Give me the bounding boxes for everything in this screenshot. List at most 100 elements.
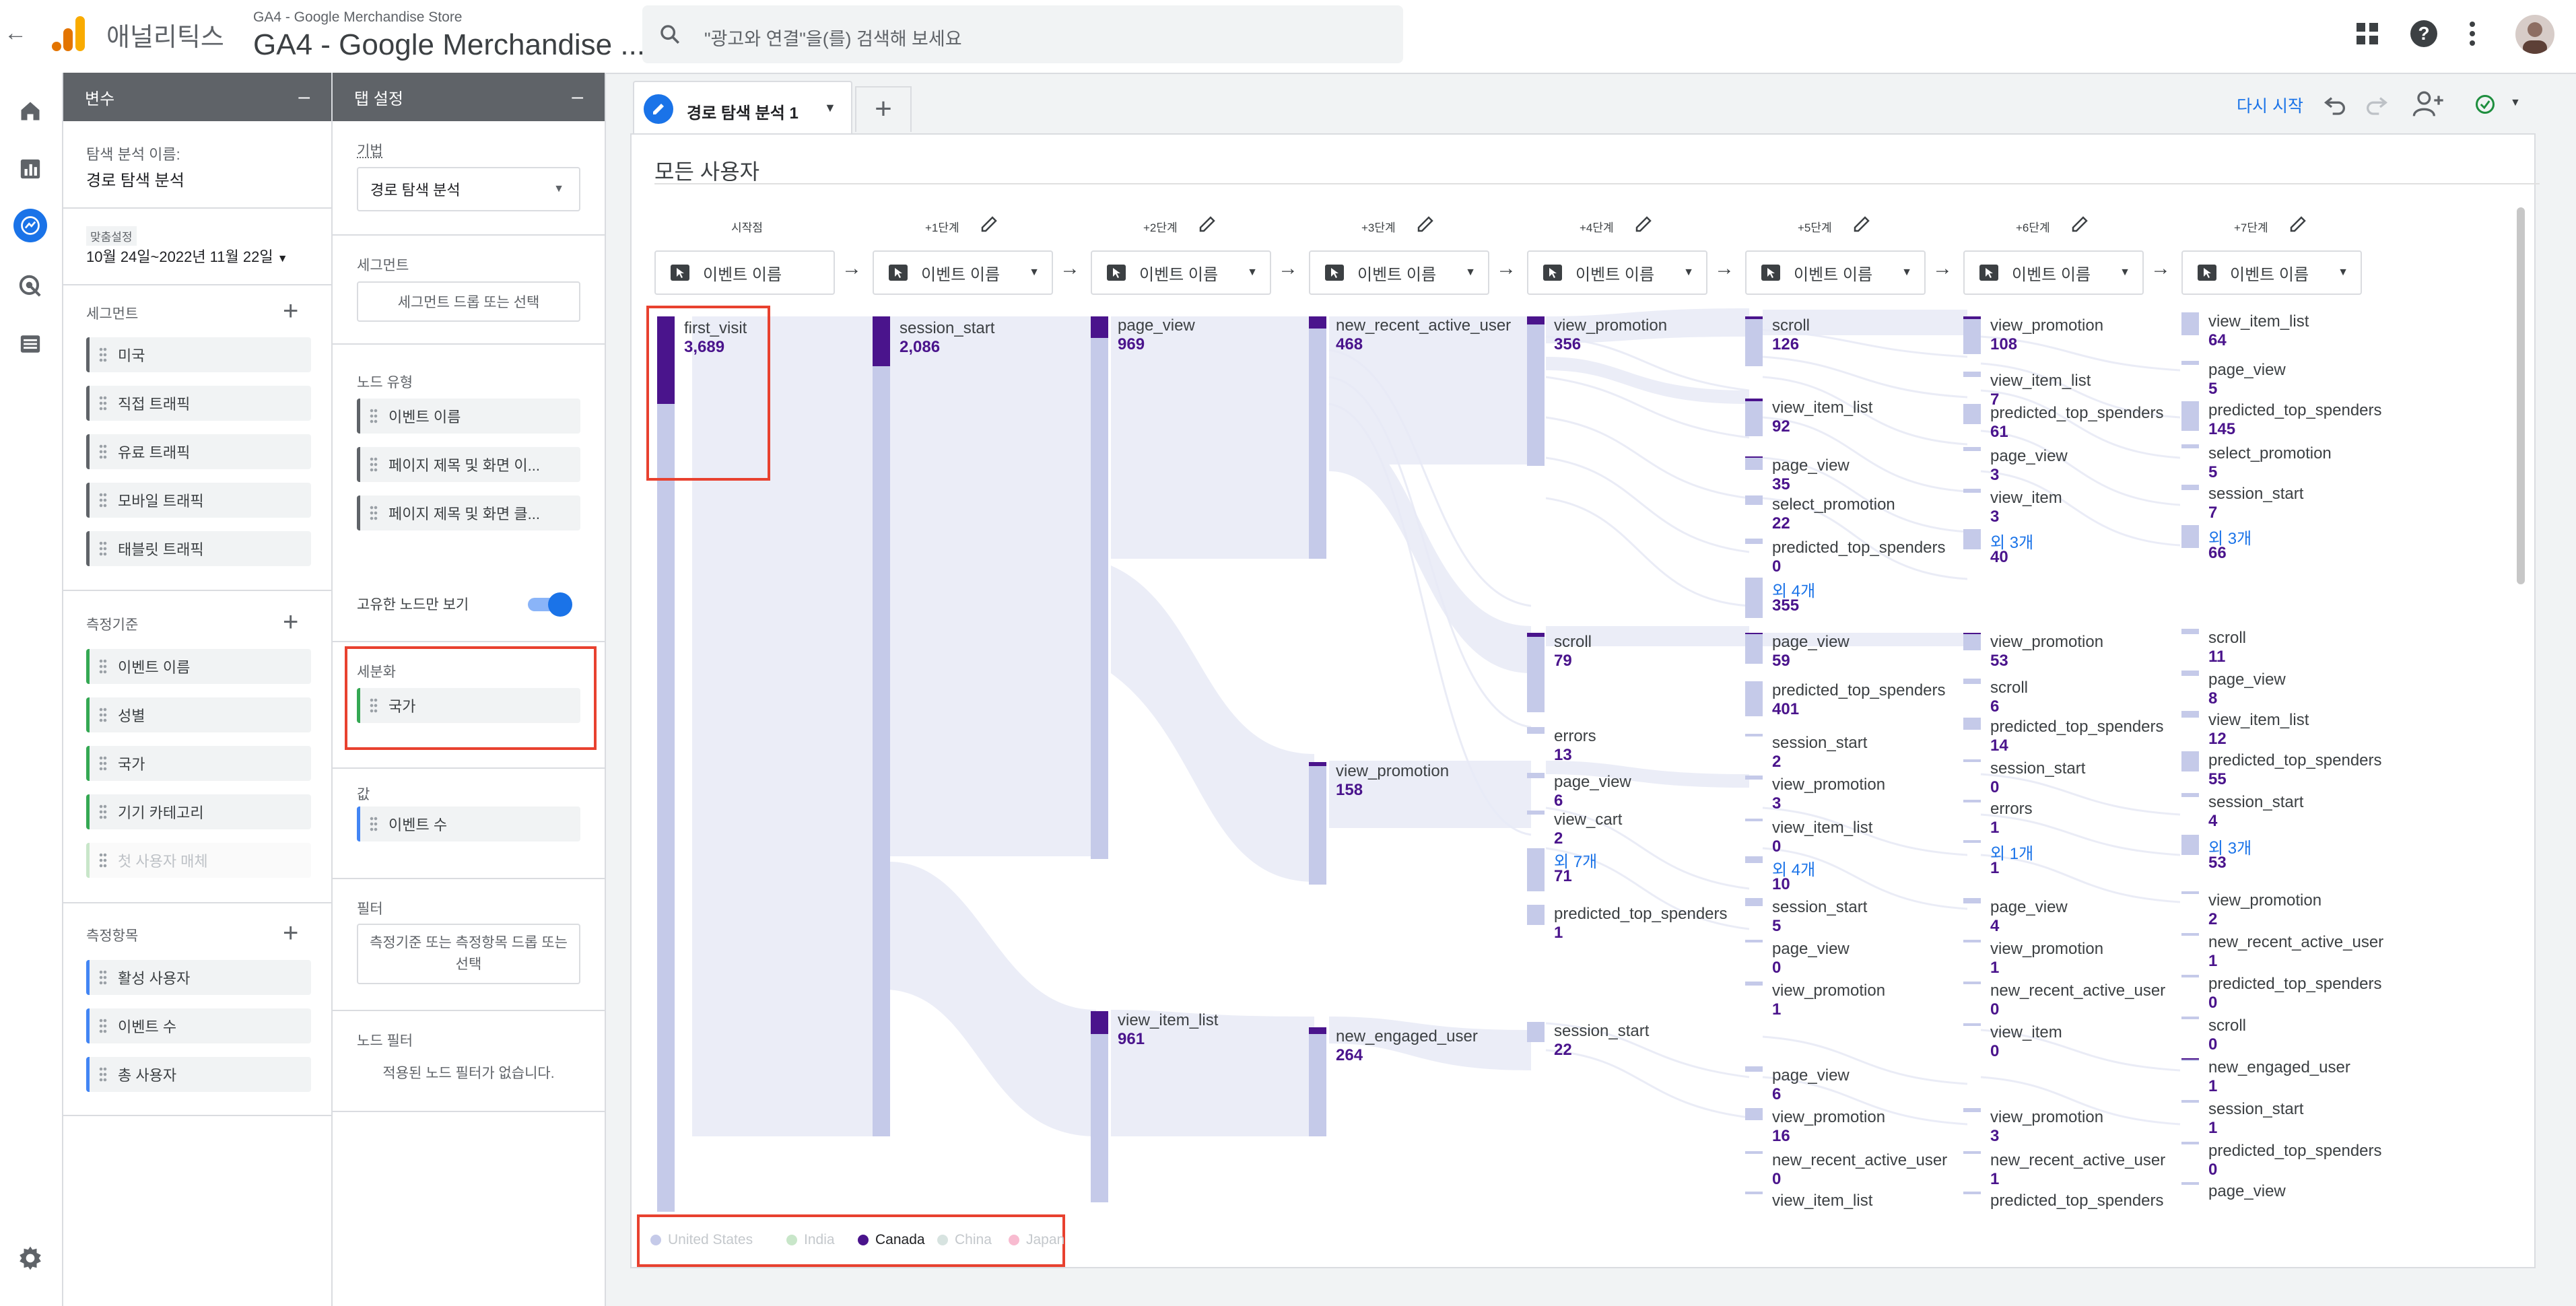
step-dropdown[interactable]: 이벤트 이름 ▼ <box>873 250 1053 295</box>
edit-step-icon[interactable] <box>1633 214 1654 234</box>
node-bar[interactable] <box>1309 1027 1326 1136</box>
drag-handle-icon[interactable] <box>99 1018 107 1034</box>
drag-handle-icon[interactable] <box>370 408 378 424</box>
node-bar[interactable] <box>1963 1192 1981 1194</box>
edit-step-icon[interactable] <box>979 214 999 234</box>
canvas-scrollbar[interactable] <box>2517 207 2525 584</box>
node-bar[interactable] <box>2181 891 2199 894</box>
configure-icon[interactable] <box>13 327 47 361</box>
node-bar[interactable] <box>1963 982 1981 984</box>
property-picker[interactable]: GA4 - Google Merchandise Store GA4 - Goo… <box>249 4 645 69</box>
value-chip[interactable]: 이벤트 수 <box>357 806 580 841</box>
add-segment-icon[interactable]: + <box>283 298 298 324</box>
edit-step-icon[interactable] <box>2288 214 2308 234</box>
node-bar[interactable] <box>1745 539 1763 544</box>
metric-chip[interactable]: 이벤트 수 <box>86 1008 311 1043</box>
node-bar[interactable] <box>1963 1023 1981 1026</box>
node-bar[interactable] <box>2181 401 2199 431</box>
exploration-tab[interactable]: 경로 탐색 분석 1 ▼ <box>633 81 852 135</box>
dimension-chip[interactable]: 성별 <box>86 697 311 732</box>
share-user-icon[interactable] <box>2412 89 2445 118</box>
node-bar[interactable] <box>1745 1108 1763 1120</box>
add-tab-button[interactable]: + <box>855 86 912 132</box>
filter-drop-zone[interactable]: 측정기준 또는 측정항목 드롭 또는 선택 <box>357 924 580 984</box>
node-bar[interactable] <box>1527 633 1545 712</box>
node-bar[interactable] <box>2181 711 2199 718</box>
segment-chip[interactable]: 직접 트래픽 <box>86 386 311 421</box>
status-check-button[interactable]: ▼ <box>2466 86 2533 121</box>
apps-grid-icon[interactable] <box>2355 22 2379 46</box>
tab-dropdown-icon[interactable]: ▼ <box>824 101 836 115</box>
redo-icon[interactable] <box>2363 90 2390 117</box>
node-bar[interactable] <box>2181 1058 2199 1061</box>
node-bar[interactable] <box>2181 1100 2199 1103</box>
node-bar[interactable] <box>1745 734 1763 736</box>
dimension-chip[interactable]: 국가 <box>86 746 311 781</box>
node-bar[interactable] <box>1745 898 1763 906</box>
edit-step-icon[interactable] <box>2070 214 2090 234</box>
step-dropdown[interactable]: 이벤트 이름 <box>654 250 835 295</box>
legend-item[interactable]: India <box>786 1232 835 1248</box>
node-bar[interactable] <box>1745 399 1763 436</box>
date-range-picker[interactable]: 10월 24일~2022년 11월 22일 ▼ <box>86 245 288 267</box>
restart-link[interactable]: 다시 시작 <box>2237 93 2303 117</box>
step-dropdown[interactable]: 이벤트 이름 ▼ <box>1745 250 1926 295</box>
node-bar[interactable] <box>1963 940 1981 942</box>
node-bar[interactable] <box>2181 1142 2199 1144</box>
step-dropdown[interactable]: 이벤트 이름 ▼ <box>1527 250 1707 295</box>
node-bar[interactable] <box>1745 940 1763 942</box>
node-bar[interactable] <box>2181 444 2199 448</box>
node-bar[interactable] <box>1309 762 1326 885</box>
technique-select[interactable]: 경로 탐색 분석 ▼ <box>357 167 580 211</box>
node-type-chip[interactable]: 페이지 제목 및 화면 클... <box>357 495 580 530</box>
advertising-icon[interactable] <box>13 269 47 303</box>
node-bar[interactable] <box>1963 529 1981 549</box>
node-bar[interactable] <box>2181 671 2199 676</box>
node-type-chip[interactable]: 페이지 제목 및 화면 이... <box>357 447 580 482</box>
node-bar[interactable] <box>1963 404 1981 424</box>
node-bar[interactable] <box>1963 447 1981 451</box>
edit-step-icon[interactable] <box>1415 214 1435 234</box>
node-bar[interactable] <box>1963 1151 1981 1154</box>
step-dropdown[interactable]: 이벤트 이름 ▼ <box>1309 250 1489 295</box>
node-bar[interactable] <box>1963 316 1981 354</box>
node-bar[interactable] <box>1745 1066 1763 1072</box>
node-bar[interactable] <box>1527 905 1545 925</box>
unique-nodes-toggle[interactable] <box>528 592 572 617</box>
add-metric-icon[interactable]: + <box>283 920 298 947</box>
drag-handle-icon[interactable] <box>99 1066 107 1082</box>
node-bar[interactable] <box>2181 975 2199 977</box>
node-bar[interactable] <box>2181 361 2199 365</box>
drag-handle-icon[interactable] <box>99 395 107 411</box>
step-dropdown[interactable]: 이벤트 이름 ▼ <box>2181 250 2362 295</box>
legend-item[interactable]: Japan <box>1009 1232 1064 1248</box>
node-bar[interactable] <box>1745 578 1763 618</box>
node-bar[interactable] <box>2181 835 2199 855</box>
node-bar[interactable] <box>1527 727 1545 734</box>
undo-icon[interactable] <box>2321 90 2348 117</box>
node-bar[interactable] <box>1745 776 1763 780</box>
collapse-icon[interactable]: – <box>298 85 310 108</box>
node-bar[interactable] <box>2181 751 2199 771</box>
drag-handle-icon[interactable] <box>99 755 107 771</box>
dimension-chip[interactable]: 이벤트 이름 <box>86 649 311 684</box>
node-bar[interactable] <box>2181 793 2199 797</box>
node-bar[interactable] <box>1527 811 1545 815</box>
node-type-chip[interactable]: 이벤트 이름 <box>357 399 580 434</box>
node-bar[interactable] <box>1963 679 1981 684</box>
node-bar[interactable] <box>1745 819 1763 821</box>
node-bar[interactable] <box>1963 898 1981 903</box>
node-bar[interactable] <box>1963 840 1981 843</box>
step-dropdown[interactable]: 이벤트 이름 ▼ <box>1091 250 1271 295</box>
drag-handle-icon[interactable] <box>370 456 378 473</box>
drag-handle-icon[interactable] <box>99 541 107 557</box>
node-bar[interactable] <box>1963 633 1981 650</box>
drag-handle-icon[interactable] <box>99 492 107 508</box>
node-bar[interactable] <box>873 316 890 1136</box>
drag-handle-icon[interactable] <box>99 707 107 723</box>
add-dimension-icon[interactable]: + <box>283 609 298 635</box>
drag-handle-icon[interactable] <box>99 347 107 363</box>
node-bar[interactable] <box>1309 316 1326 559</box>
node-bar[interactable] <box>1745 316 1763 366</box>
drag-handle-icon[interactable] <box>370 505 378 521</box>
